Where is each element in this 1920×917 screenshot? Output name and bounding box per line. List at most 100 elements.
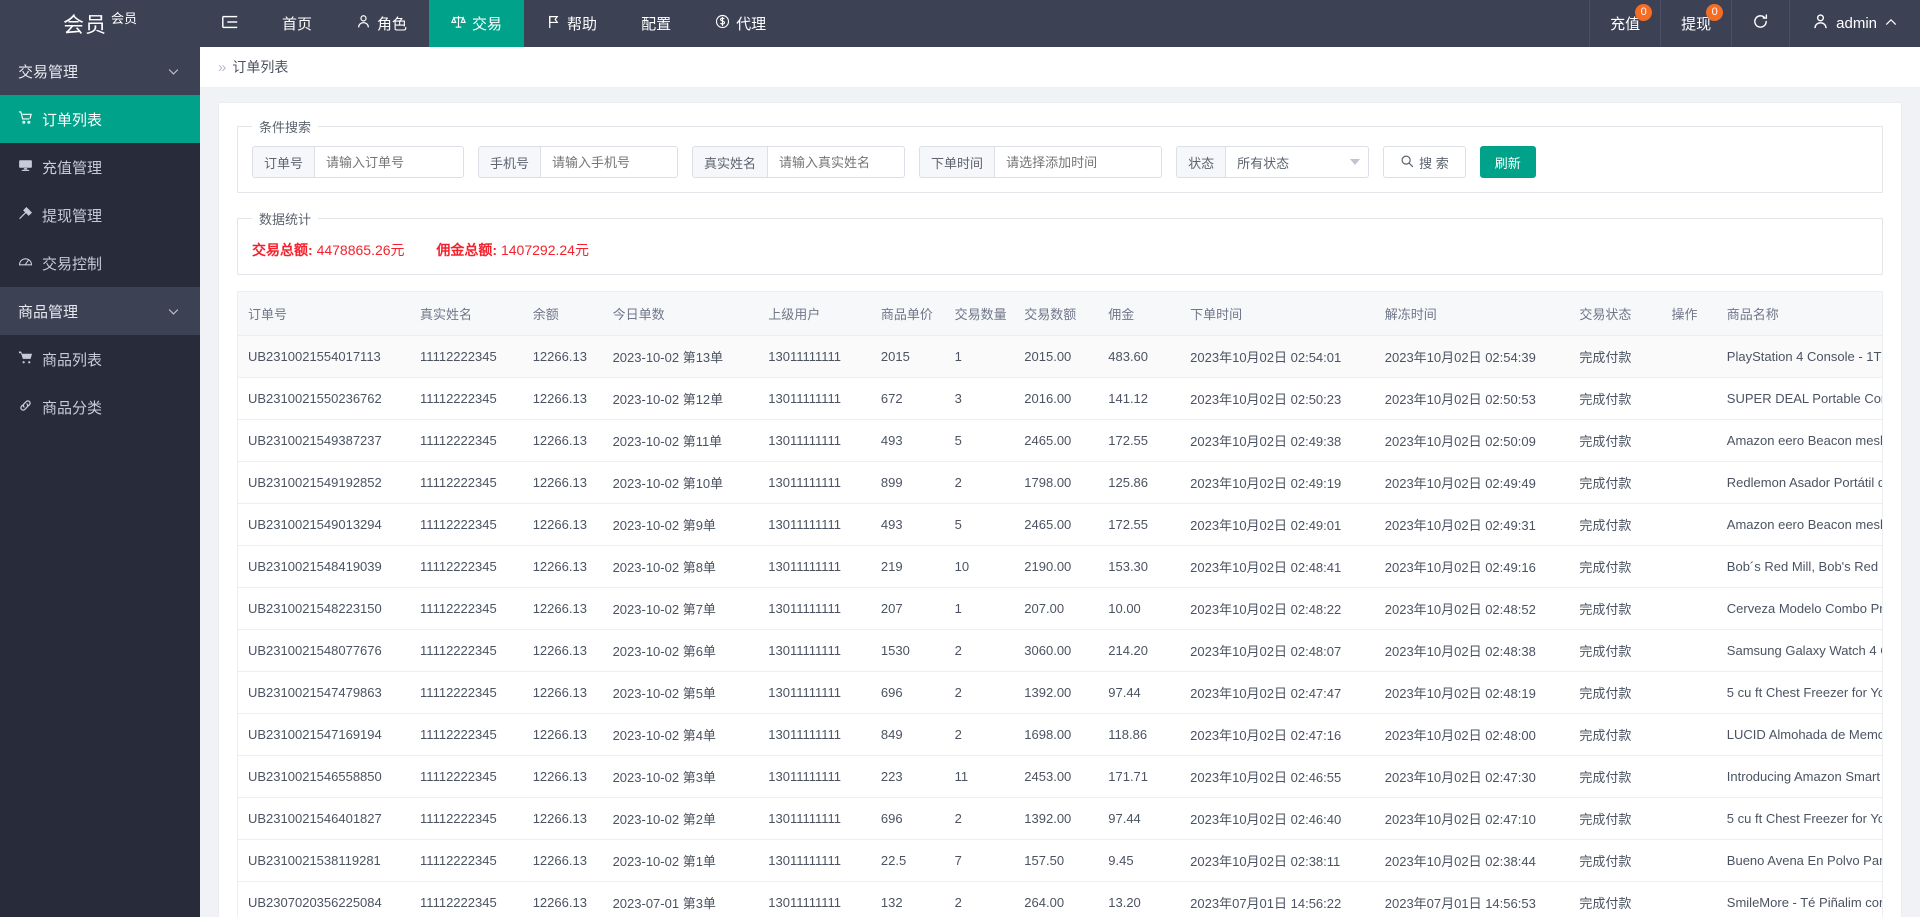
cell-amount: 157.50 bbox=[1014, 839, 1099, 882]
cell-balance: 12266.13 bbox=[522, 461, 603, 504]
cell-order-no: UB2310021549013294 bbox=[238, 503, 411, 546]
col-quantity[interactable]: 交易数量 bbox=[944, 292, 1015, 336]
cell-parent-user: 13011111111 bbox=[758, 755, 871, 798]
col-real-name[interactable]: 真实姓名 bbox=[410, 292, 523, 336]
dashboard-icon bbox=[18, 254, 33, 273]
sidebar-item-trade-control[interactable]: 交易控制 bbox=[0, 239, 200, 287]
table-row[interactable]: UB2310021548223150 11112222345 12266.13 202… bbox=[238, 587, 1882, 630]
nav-item-trade[interactable]: 交易 bbox=[429, 0, 525, 47]
page-content: 条件搜索 订单号 手机号 真实姓名 bbox=[200, 87, 1920, 917]
sidebar-item-product-list[interactable]: 商品列表 bbox=[0, 335, 200, 383]
cell-amount: 1392.00 bbox=[1014, 797, 1099, 840]
nav-item-config[interactable]: 配置 bbox=[619, 0, 693, 47]
cell-today-count: 2023-10-02 第3单 bbox=[602, 755, 759, 798]
col-today-count[interactable]: 今日单数 bbox=[602, 292, 759, 336]
cell-unfreeze-time: 2023年10月02日 02:49:49 bbox=[1374, 461, 1570, 504]
cell-today-count: 2023-10-02 第10单 bbox=[602, 461, 759, 504]
cell-operation bbox=[1661, 461, 1717, 504]
sidebar-group-trade-management[interactable]: 交易管理 bbox=[0, 47, 200, 95]
cell-order-no: UB2310021538119281 bbox=[238, 839, 411, 882]
table-row[interactable]: UB2310021549192852 11112222345 12266.13 202… bbox=[238, 461, 1882, 504]
orders-table-wrapper[interactable]: 订单号 真实姓名 余额 今日单数 上级用户 商品单价 交易数量 交易数额 佣金 … bbox=[237, 291, 1883, 917]
table-row[interactable]: UB2307020356225084 11112222345 12266.13 202… bbox=[238, 881, 1882, 917]
cell-parent-user: 13011111111 bbox=[758, 713, 871, 756]
sidebar-group-product-management[interactable]: 商品管理 bbox=[0, 287, 200, 335]
recharge-button[interactable]: 充值 0 bbox=[1589, 0, 1660, 47]
sidebar-item-recharge-management[interactable]: 充值管理 bbox=[0, 143, 200, 191]
table-row[interactable]: UB2310021538119281 11112222345 12266.13 202… bbox=[238, 839, 1882, 882]
nav-item-help[interactable]: 帮助 bbox=[524, 0, 619, 47]
nav-item-home[interactable]: 首页 bbox=[260, 0, 334, 47]
table-row[interactable]: UB2310021549013294 11112222345 12266.13 202… bbox=[238, 503, 1882, 546]
table-row[interactable]: UB2310021554017113 11112222345 12266.13 202… bbox=[238, 335, 1882, 378]
col-parent-user[interactable]: 上级用户 bbox=[758, 292, 871, 336]
sidebar-item-order-list[interactable]: 订单列表 bbox=[0, 95, 200, 143]
cell-unfreeze-time: 2023年10月02日 02:48:38 bbox=[1374, 629, 1570, 672]
cell-amount: 2015.00 bbox=[1014, 335, 1099, 378]
cell-unit-price: 672 bbox=[870, 377, 945, 420]
cell-product: 5 cu ft Chest Freezer for Your House, Ga… bbox=[1716, 671, 1882, 714]
cell-balance: 12266.13 bbox=[522, 797, 603, 840]
cell-order-time: 2023年10月02日 02:50:23 bbox=[1180, 377, 1375, 420]
table-row[interactable]: UB2310021546401827 11112222345 12266.13 202… bbox=[238, 797, 1882, 840]
cell-order-time: 2023年10月02日 02:46:55 bbox=[1180, 755, 1375, 798]
col-unfreeze-time[interactable]: 解冻时间 bbox=[1374, 292, 1570, 336]
withdraw-button[interactable]: 提现 0 bbox=[1660, 0, 1731, 47]
col-commission[interactable]: 佣金 bbox=[1098, 292, 1181, 336]
col-status[interactable]: 交易状态 bbox=[1569, 292, 1662, 336]
breadcrumb-separator: » bbox=[218, 58, 227, 76]
col-order-time[interactable]: 下单时间 bbox=[1180, 292, 1375, 336]
col-product[interactable]: 商品名称 bbox=[1716, 292, 1882, 336]
nav-item-agent[interactable]: 代理 bbox=[693, 0, 788, 47]
sidebar-item-label: 商品列表 bbox=[42, 351, 103, 369]
col-order-no[interactable]: 订单号 bbox=[238, 292, 411, 336]
table-row[interactable]: UB2310021547479863 11112222345 12266.13 202… bbox=[238, 671, 1882, 714]
table-row[interactable]: UB2310021548077676 11112222345 12266.13 202… bbox=[238, 629, 1882, 672]
table-row[interactable]: UB2310021550236762 11112222345 12266.13 202… bbox=[238, 377, 1882, 420]
cell-order-no: UB2310021548223150 bbox=[238, 587, 411, 630]
cell-order-time: 2023年10月02日 02:49:01 bbox=[1180, 503, 1375, 546]
total-commission-stat: 佣金总额: 1407292.24元 bbox=[436, 242, 589, 258]
col-amount[interactable]: 交易数额 bbox=[1014, 292, 1099, 336]
order-time-filter: 下单时间 bbox=[919, 146, 1163, 178]
table-row[interactable]: UB2310021546558850 11112222345 12266.13 202… bbox=[238, 755, 1882, 798]
sidebar-group-label: 交易管理 bbox=[18, 63, 79, 81]
refresh-button[interactable] bbox=[1731, 0, 1789, 47]
phone-filter: 手机号 bbox=[478, 146, 679, 178]
refresh-list-button[interactable]: 刷新 bbox=[1479, 146, 1536, 178]
col-unit-price[interactable]: 商品单价 bbox=[870, 292, 945, 336]
user-menu-button[interactable]: admin bbox=[1789, 0, 1920, 47]
breadcrumb-current: 订单列表 bbox=[232, 59, 289, 75]
sidebar-item-withdraw-management[interactable]: 提现管理 bbox=[0, 191, 200, 239]
brand-name: 会员 bbox=[62, 13, 107, 37]
table-header-row: 订单号 真实姓名 余额 今日单数 上级用户 商品单价 交易数量 交易数额 佣金 … bbox=[238, 292, 1882, 336]
cell-today-count: 2023-10-02 第6单 bbox=[602, 629, 759, 672]
col-balance[interactable]: 余额 bbox=[522, 292, 603, 336]
cell-unit-price: 219 bbox=[870, 545, 945, 588]
status-select[interactable]: 所有状态 bbox=[1225, 146, 1370, 178]
order-time-input[interactable] bbox=[994, 146, 1163, 178]
cell-order-no: UB2310021549192852 bbox=[238, 461, 411, 504]
sidebar-item-product-category[interactable]: 商品分类 bbox=[0, 383, 200, 431]
cart-icon bbox=[18, 110, 33, 129]
cell-parent-user: 13011111111 bbox=[758, 839, 871, 882]
real-name-input[interactable] bbox=[767, 146, 906, 178]
table-row[interactable]: UB2310021548419039 11112222345 12266.13 202… bbox=[238, 545, 1882, 588]
search-button-label: 搜 索 bbox=[1419, 155, 1449, 171]
brand-logo[interactable]: 会员 会员 bbox=[0, 0, 200, 47]
cell-order-time: 2023年10月02日 02:46:40 bbox=[1180, 797, 1375, 840]
phone-input[interactable] bbox=[540, 146, 679, 178]
order-no-label: 订单号 bbox=[252, 146, 315, 178]
cell-parent-user: 13011111111 bbox=[758, 797, 871, 840]
cell-quantity: 2 bbox=[944, 671, 1015, 714]
cell-parent-user: 13011111111 bbox=[758, 545, 871, 588]
cell-operation bbox=[1661, 587, 1717, 630]
search-button[interactable]: 搜 索 bbox=[1383, 146, 1466, 178]
table-row[interactable]: UB2310021547169194 11112222345 12266.13 202… bbox=[238, 713, 1882, 756]
col-operation[interactable]: 操作 bbox=[1661, 292, 1717, 336]
scale-icon bbox=[451, 14, 466, 33]
sidebar-toggle-button[interactable] bbox=[200, 0, 260, 47]
table-row[interactable]: UB2310021549387237 11112222345 12266.13 202… bbox=[238, 419, 1882, 462]
nav-item-role[interactable]: 角色 bbox=[334, 0, 429, 47]
order-no-input[interactable] bbox=[314, 146, 465, 178]
